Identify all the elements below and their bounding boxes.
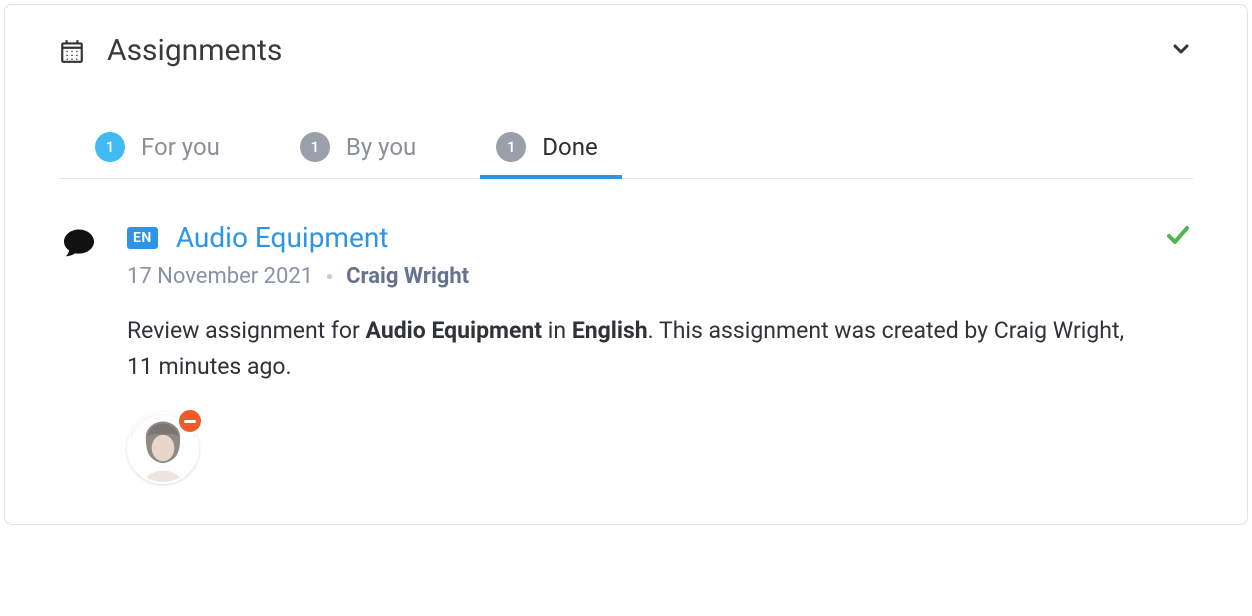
tab-badge: 1 (300, 132, 330, 162)
desc-text: in (542, 317, 572, 344)
desc-text: Review assignment for (127, 317, 366, 344)
comment-icon (59, 221, 103, 484)
desc-topic: Audio Equipment (366, 317, 543, 344)
assignment-description: Review assignment for Audio Equipment in… (127, 313, 1137, 384)
assignments-panel: Assignments 1 For you 1 By you 1 Done (4, 4, 1248, 525)
remove-icon (177, 408, 203, 434)
panel-title: Assignments (107, 33, 282, 68)
tab-done[interactable]: 1 Done (488, 118, 613, 178)
assignment-body: EN Audio Equipment 17 November 2021 Crai… (127, 221, 1193, 484)
reviewer-row (127, 412, 1193, 484)
panel-header: Assignments (59, 33, 1193, 68)
chevron-down-icon (1169, 37, 1193, 61)
meta-separator (327, 274, 332, 279)
meta-row: 17 November 2021 Craig Wright (127, 264, 1193, 289)
language-chip: EN (127, 227, 158, 249)
title-row: EN Audio Equipment (127, 221, 1193, 254)
collapse-toggle[interactable] (1169, 37, 1193, 65)
tab-badge: 1 (95, 132, 125, 162)
desc-language: English (572, 317, 648, 344)
tab-label: By you (346, 133, 416, 161)
tab-by-you[interactable]: 1 By you (292, 118, 432, 178)
tab-label: For you (141, 133, 220, 161)
tabs: 1 For you 1 By you 1 Done (59, 118, 1193, 179)
assignment-item: EN Audio Equipment 17 November 2021 Crai… (59, 221, 1193, 484)
status-done (1163, 223, 1193, 251)
tab-badge: 1 (496, 132, 526, 162)
panel-title-wrap: Assignments (59, 33, 282, 68)
tab-for-you[interactable]: 1 For you (87, 118, 236, 178)
assignment-author: Craig Wright (346, 264, 469, 289)
assignment-title-link[interactable]: Audio Equipment (176, 221, 389, 254)
tab-label: Done (542, 133, 597, 161)
calendar-icon (59, 37, 85, 65)
reviewer-avatar[interactable] (127, 412, 199, 484)
assignment-date: 17 November 2021 (127, 264, 313, 289)
check-icon (1163, 223, 1193, 247)
